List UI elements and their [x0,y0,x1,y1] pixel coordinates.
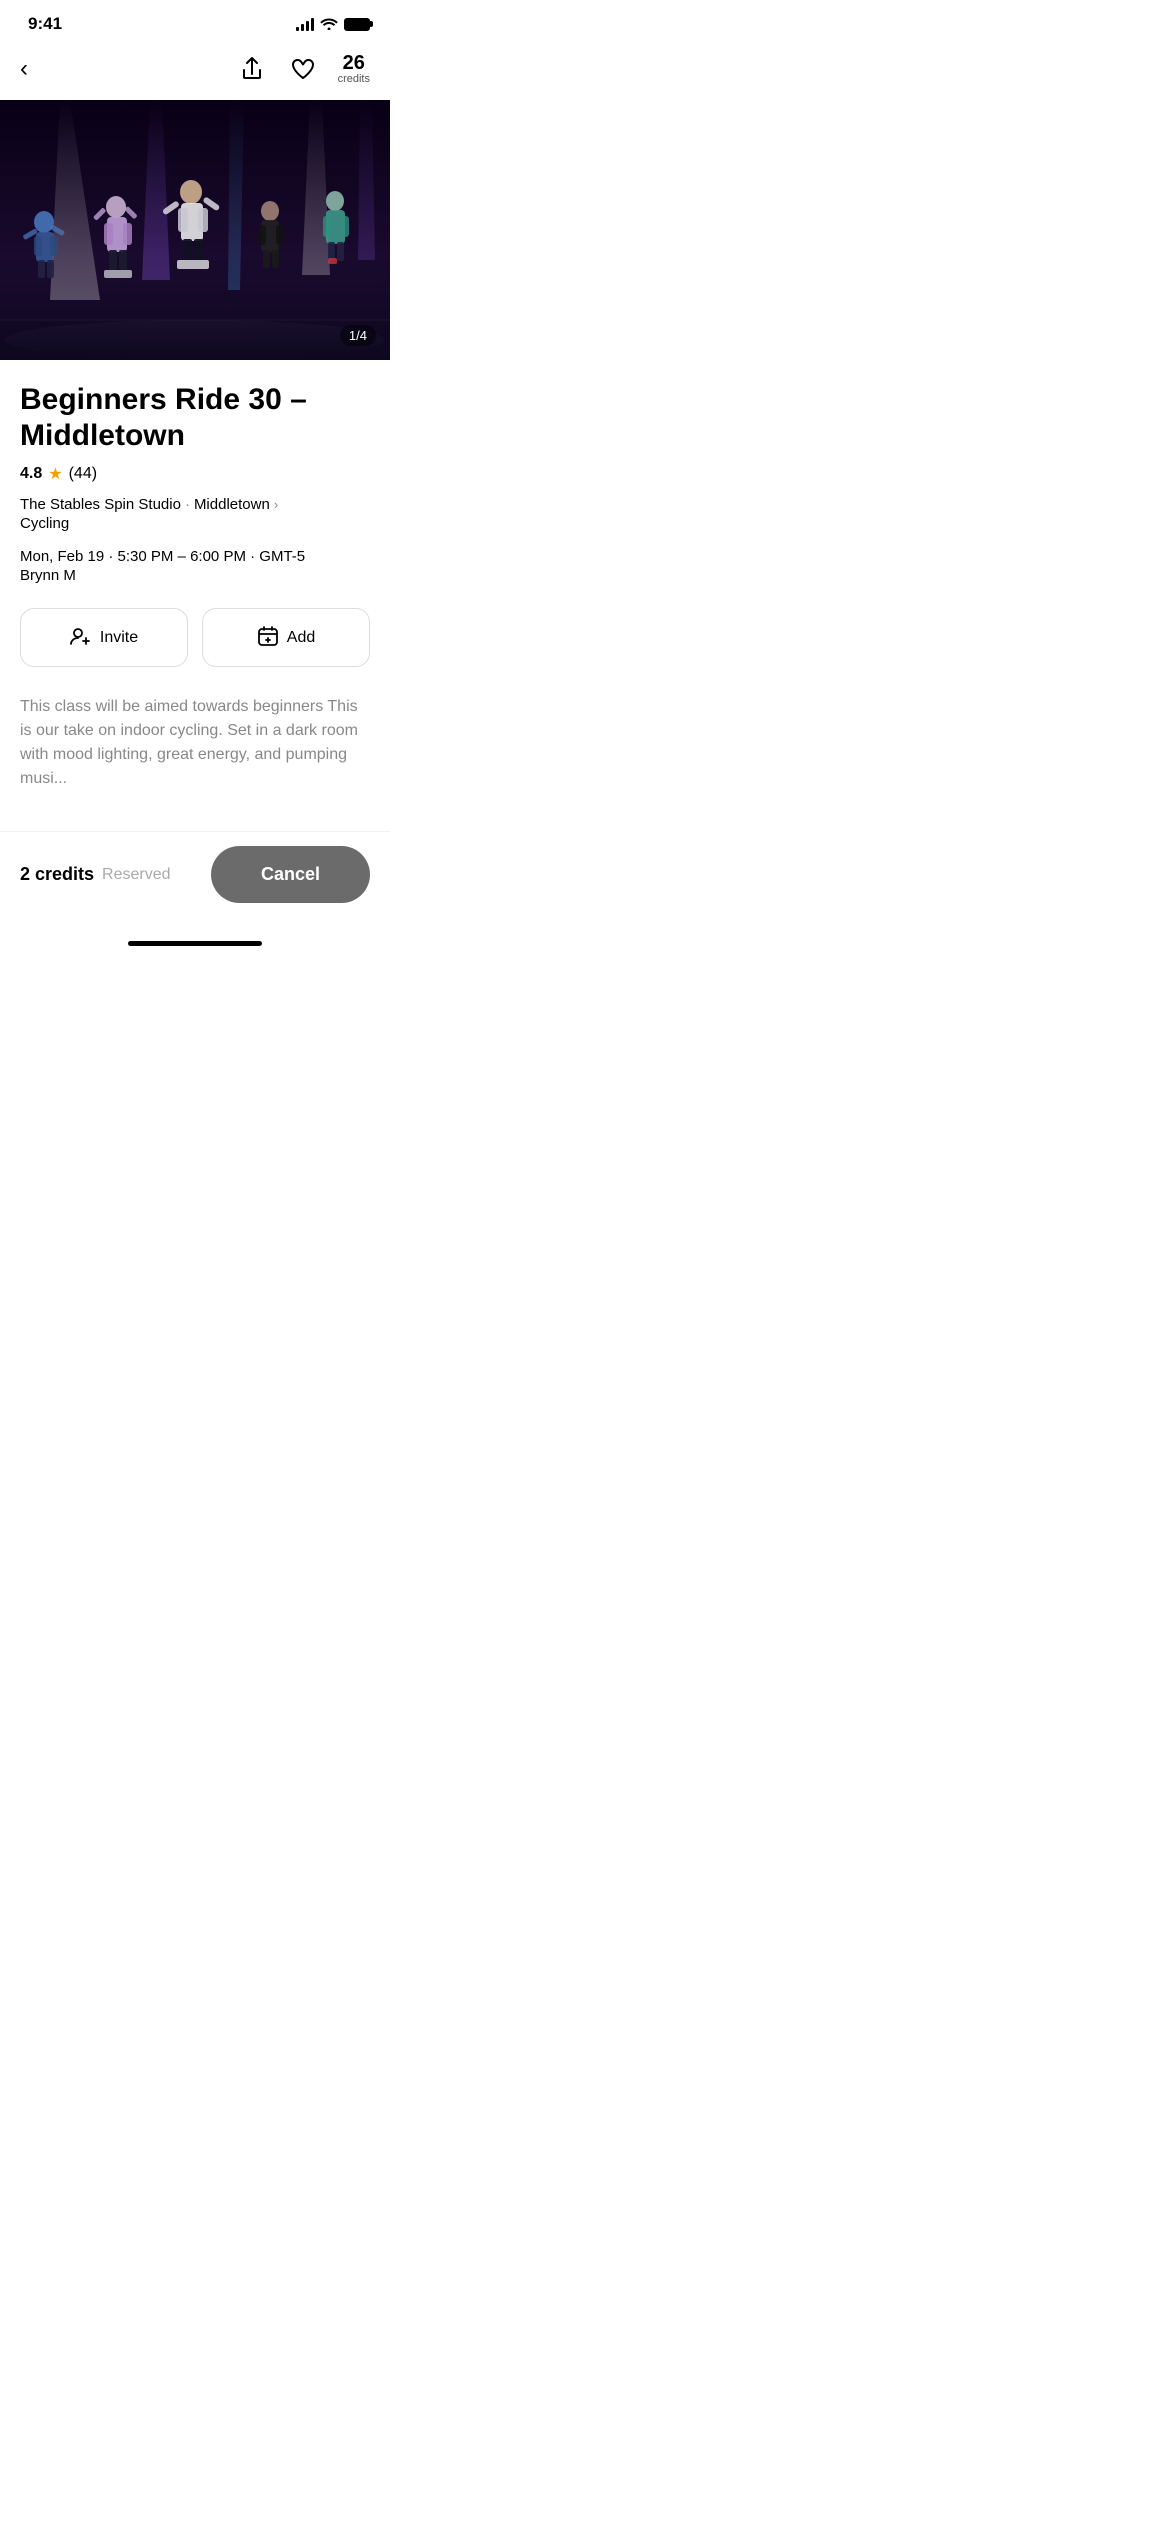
credits-amount: 2 credits [20,864,94,885]
status-time: 9:41 [28,14,62,34]
status-bar: 9:41 [0,0,390,42]
rating-row: 4.8 ★ (44) [20,464,370,484]
invite-button[interactable]: Invite [20,608,188,667]
rating-number: 4.8 [20,465,42,483]
studio-row: The Stables Spin Studio · Middletown › [20,496,370,513]
favorite-button[interactable] [286,53,320,85]
invite-icon [70,626,92,649]
main-content: Beginners Ride 30 – Middletown 4.8 ★ (44… [0,360,390,791]
cycling-scene-illustration [0,100,390,360]
credits-badge: 26 credits [338,53,370,85]
image-counter: 1/4 [340,325,376,346]
calendar-icon [257,625,279,650]
battery-icon [344,18,370,31]
credits-number: 26 [343,53,365,73]
back-button[interactable]: ‹ [20,53,36,85]
action-buttons: Invite Add [20,608,370,667]
heart-icon [290,57,316,81]
studio-name: The Stables Spin Studio [20,496,181,513]
class-description: This class will be aimed towards beginne… [20,695,370,791]
cancel-button[interactable]: Cancel [211,846,370,903]
class-type: Cycling [20,515,370,532]
class-title: Beginners Ride 30 – Middletown [20,382,370,454]
studio-dot: · [185,496,190,513]
home-indicator [0,933,390,950]
instructor-row: Brynn M [20,567,370,584]
star-icon: ★ [48,464,62,484]
share-button[interactable] [236,52,268,86]
chevron-right-icon: › [274,497,278,512]
status-icons [296,16,370,33]
schedule-row: Mon, Feb 19 · 5:30 PM – 6:00 PM · GMT-5 [20,548,370,565]
nav-left: ‹ [20,53,36,85]
credits-label: credits [338,73,370,85]
add-button[interactable]: Add [202,608,370,667]
nav-bar: ‹ 26 credits [0,42,390,100]
wifi-icon [320,16,338,33]
invite-label: Invite [100,629,138,647]
credits-reserved: Reserved [102,866,170,884]
credits-info: 2 credits Reserved [20,864,171,885]
studio-location: Middletown [194,496,270,513]
rating-count: (44) [69,465,97,483]
bottom-bar: 2 credits Reserved Cancel [0,831,390,933]
signal-icon [296,17,314,31]
home-bar [128,941,262,946]
add-label: Add [287,629,315,647]
share-icon [240,56,264,82]
hero-image: 1/4 [0,100,390,360]
nav-right: 26 credits [236,52,370,86]
